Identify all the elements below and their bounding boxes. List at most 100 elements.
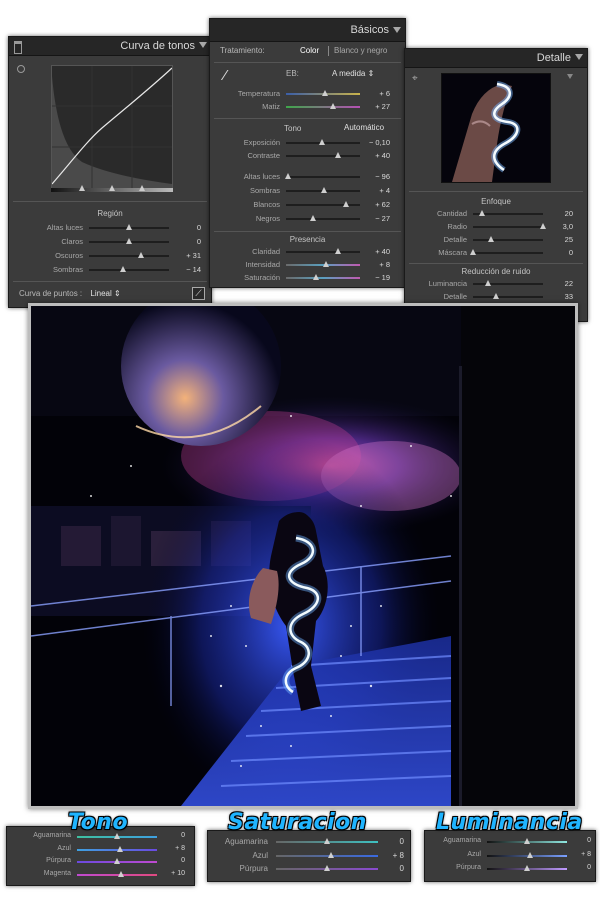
collapse-triangle-icon[interactable]	[393, 27, 401, 33]
slider-value[interactable]: 22	[541, 279, 573, 288]
slider-value[interactable]: − 96	[360, 172, 390, 181]
slider-track[interactable]	[89, 269, 169, 271]
slider-value[interactable]: − 27	[360, 214, 390, 223]
slider-value[interactable]: + 40	[360, 247, 390, 256]
slider-handle[interactable]	[118, 870, 124, 877]
slider-handle[interactable]	[285, 173, 292, 179]
slider-track[interactable]	[473, 239, 543, 241]
slider-handle[interactable]	[324, 838, 330, 844]
slider-track[interactable]	[286, 106, 360, 108]
detail-title: Detalle	[536, 52, 571, 64]
slider-handle[interactable]	[479, 210, 486, 216]
detail-preview-image[interactable]	[441, 73, 551, 183]
slider-value[interactable]: 0	[565, 864, 591, 871]
collapse-triangle-icon[interactable]	[575, 54, 583, 60]
slider-value[interactable]: + 8	[565, 851, 591, 858]
slider-track[interactable]	[77, 873, 157, 876]
slider-handle[interactable]	[322, 261, 329, 267]
wb-select[interactable]: A medida ⇕	[332, 69, 374, 78]
edit-point-curve-icon[interactable]: ⟋	[192, 287, 205, 300]
slider-track[interactable]	[286, 277, 360, 279]
slider-track[interactable]	[286, 176, 360, 178]
slider-value[interactable]: + 8	[155, 845, 185, 852]
slider-handle[interactable]	[487, 236, 494, 242]
slider-value[interactable]: 33	[541, 292, 573, 301]
collapse-triangle-icon[interactable]	[199, 42, 207, 48]
slider-value[interactable]: + 6	[360, 89, 390, 98]
basics-header[interactable]: Básicos	[210, 19, 405, 42]
slider-handle[interactable]	[342, 201, 349, 207]
slider-handle[interactable]	[309, 215, 316, 221]
detail-header[interactable]: Detalle	[405, 49, 587, 68]
slider-handle[interactable]	[328, 851, 335, 858]
slider-value[interactable]: + 4	[360, 186, 390, 195]
slider-value[interactable]: 0	[376, 837, 404, 846]
slider-handle[interactable]	[321, 187, 328, 193]
slider-handle[interactable]	[319, 139, 326, 145]
slider-track[interactable]	[473, 226, 543, 228]
slider-value[interactable]: − 0,10	[360, 138, 390, 147]
slider-value[interactable]: + 8	[360, 260, 390, 269]
slider-track[interactable]	[286, 155, 360, 157]
slider-handle[interactable]	[329, 103, 336, 109]
slider-value[interactable]: − 19	[360, 273, 390, 282]
split-point-handle[interactable]	[79, 185, 85, 191]
slider-value[interactable]: + 62	[360, 200, 390, 209]
preview-triangle-icon[interactable]	[567, 74, 573, 79]
slider-handle[interactable]	[527, 851, 534, 858]
split-point-handle[interactable]	[139, 185, 145, 191]
slider-value[interactable]: 0	[155, 832, 185, 839]
slider-value[interactable]: + 8	[376, 851, 404, 860]
point-curve-select[interactable]: Lineal ⇕	[90, 289, 120, 298]
slider-value[interactable]: − 14	[169, 265, 201, 274]
slider-value[interactable]: 0	[169, 223, 201, 232]
slider-value[interactable]: + 27	[360, 102, 390, 111]
slider-handle[interactable]	[493, 293, 500, 299]
divider	[409, 191, 583, 192]
slider-track[interactable]	[286, 251, 360, 253]
slider-track[interactable]	[276, 854, 378, 857]
slider-handle[interactable]	[334, 152, 341, 158]
split-point-handle[interactable]	[109, 185, 115, 191]
slider-track[interactable]	[89, 255, 169, 257]
crosshair-icon[interactable]: ⌖	[412, 73, 418, 84]
slider-value[interactable]: 0	[541, 248, 573, 257]
treatment-color-option[interactable]: Color	[300, 46, 319, 55]
slider-handle[interactable]	[324, 865, 330, 871]
slider-handle[interactable]	[126, 224, 132, 230]
slider-track[interactable]	[473, 252, 543, 254]
slider-value[interactable]: 0	[376, 864, 404, 873]
slider-value[interactable]: 0	[169, 237, 201, 246]
slider-value[interactable]: + 40	[360, 151, 390, 160]
target-adjust-icon[interactable]	[17, 65, 25, 73]
panel-grip-icon[interactable]	[14, 41, 22, 54]
slider-handle[interactable]	[524, 838, 530, 844]
treatment-bw-option[interactable]: Blanco y negro	[334, 46, 387, 55]
slider-handle[interactable]	[120, 266, 127, 272]
slider-handle[interactable]	[312, 274, 319, 280]
auto-tone-button[interactable]: Automático	[344, 123, 384, 132]
slider-track[interactable]	[286, 218, 360, 220]
slider-handle[interactable]	[485, 280, 492, 286]
slider-value[interactable]: 0	[155, 857, 185, 864]
slider-value[interactable]: 25	[541, 235, 573, 244]
eyedropper-icon[interactable]: ⁄	[224, 67, 242, 85]
slider-track[interactable]	[473, 296, 543, 298]
slider-handle[interactable]	[334, 248, 341, 254]
slider-handle[interactable]	[117, 845, 124, 852]
slider-label: Detalle	[443, 235, 467, 244]
slider-handle[interactable]	[114, 858, 120, 864]
slider-track[interactable]	[473, 283, 543, 285]
slider-handle[interactable]	[470, 249, 476, 255]
slider-value[interactable]: + 10	[155, 870, 185, 877]
slider-value[interactable]: 0	[565, 837, 591, 844]
slider-value[interactable]: 3,0	[541, 222, 573, 231]
tone-curve-graph[interactable]	[51, 65, 173, 189]
tone-curve-header[interactable]: Curva de tonos	[9, 37, 211, 56]
slider-handle[interactable]	[126, 238, 132, 244]
slider-handle[interactable]	[524, 865, 530, 871]
slider-value[interactable]: 20	[541, 209, 573, 218]
slider-handle[interactable]	[138, 252, 144, 258]
slider-value[interactable]: + 31	[169, 251, 201, 260]
slider-handle[interactable]	[322, 90, 329, 96]
